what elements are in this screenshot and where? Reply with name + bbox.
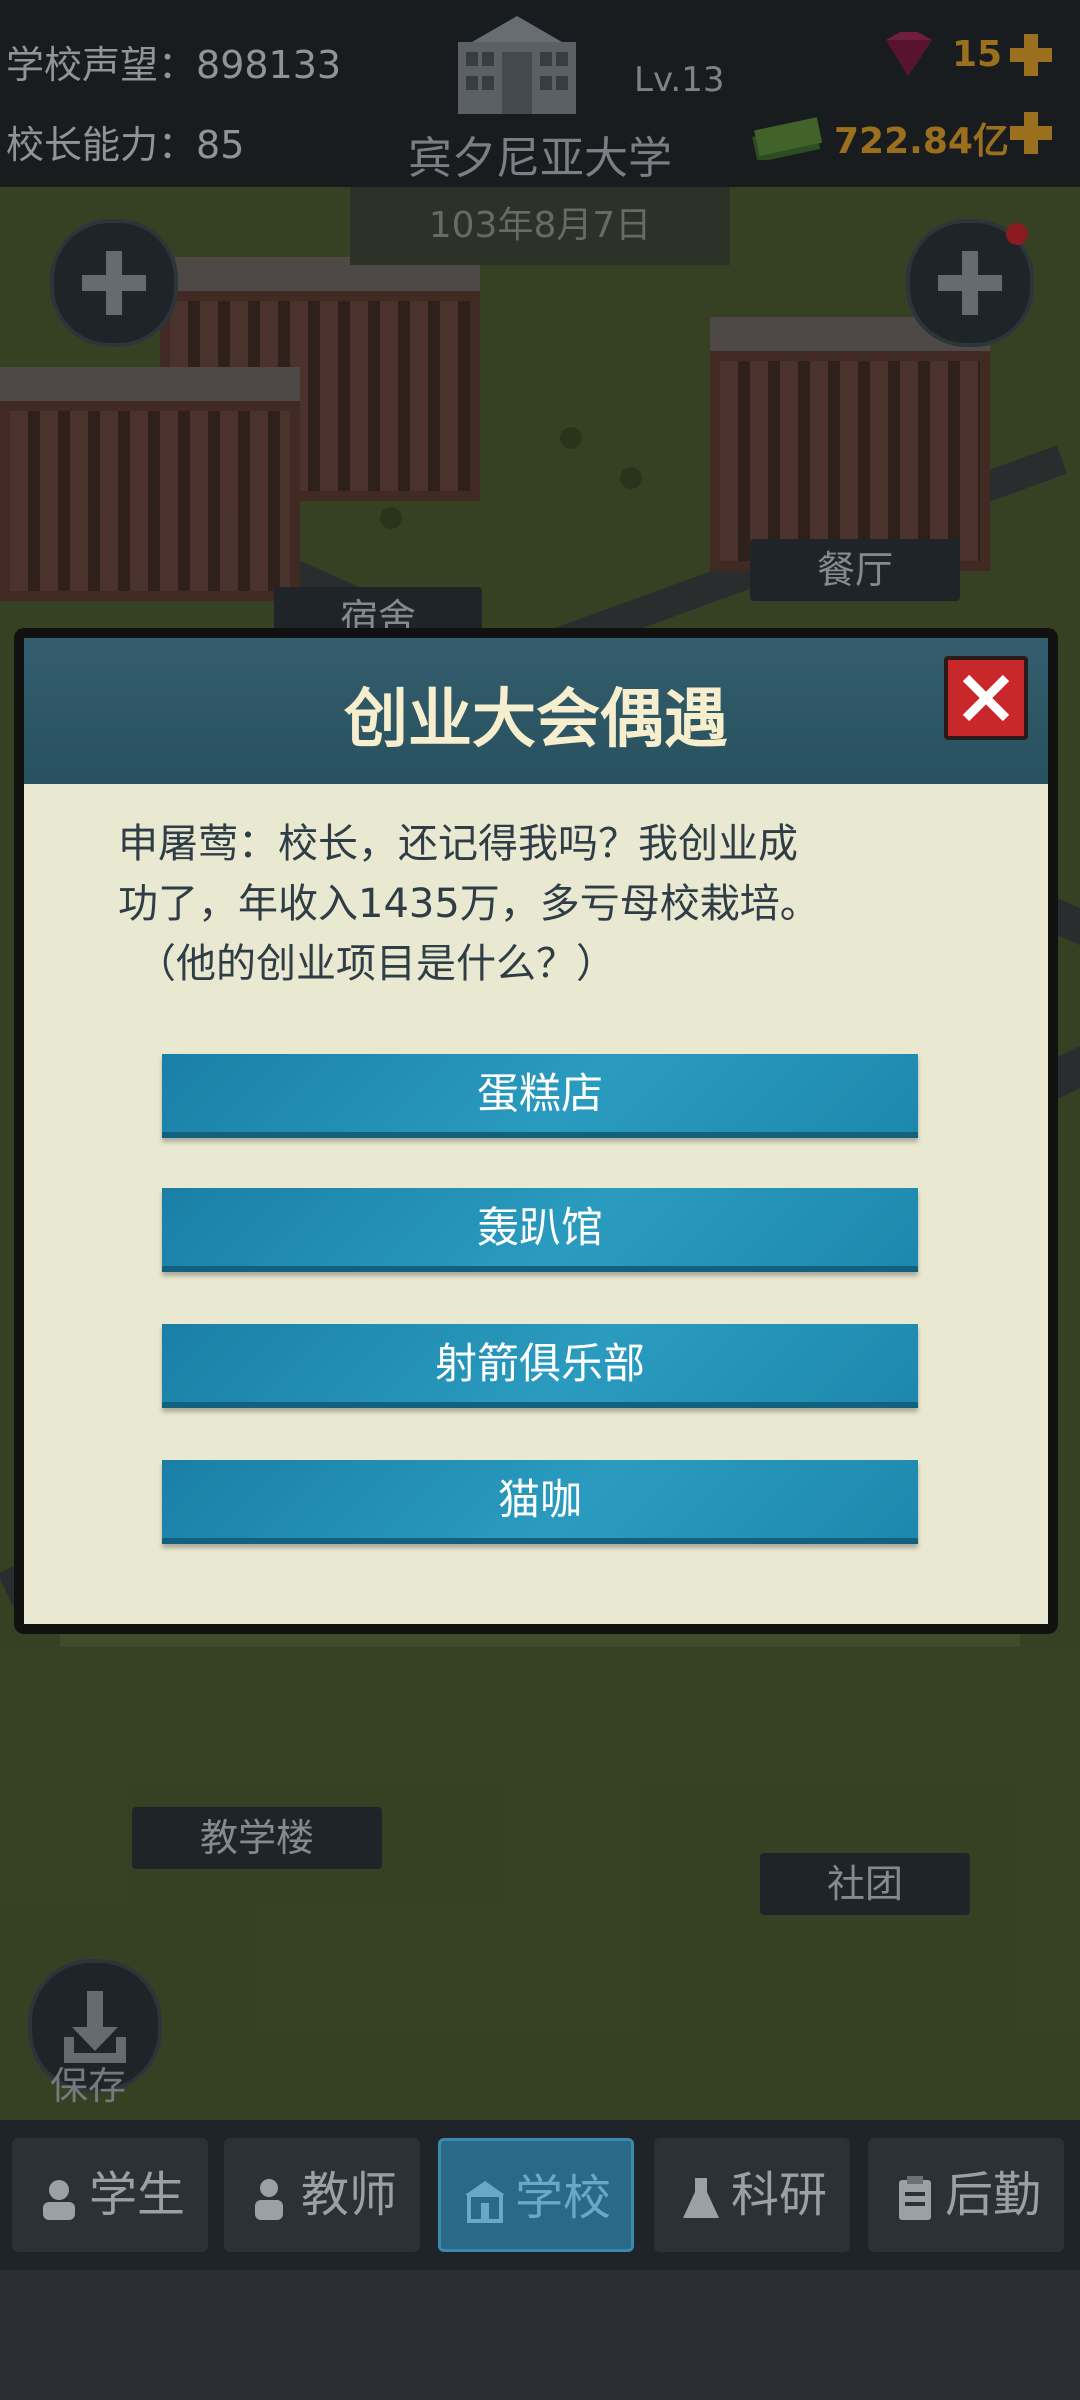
tab-label: 后勤 [944,2167,1041,2223]
teacher-icon [254,2179,283,2220]
tab-label: 教师 [300,2167,397,2223]
close-button[interactable] [944,656,1028,740]
event-dialog: 创业大会偶遇 申屠莺：校长，还记得我吗？我创业成 功了，年收入1435万，多亏母… [14,628,1058,1634]
tab-school[interactable]: 学校 [438,2138,634,2252]
tab-label: 学生 [88,2167,185,2223]
student-icon [42,2180,75,2220]
option-button-cat-cafe[interactable]: 猫咖 [162,1460,918,1544]
message-line: 申屠莺：校长，还记得我吗？我创业成 [118,821,798,867]
option-button-cake-shop[interactable]: 蛋糕店 [162,1054,918,1138]
flask-icon [682,2178,719,2218]
tab-label: 科研 [730,2167,827,2223]
option-button-archery-club[interactable]: 射箭俱乐部 [162,1324,918,1408]
message-line: （他的创业项目是什么？） [136,941,616,987]
tab-student[interactable]: 学生 [12,2138,208,2252]
clipboard-icon [898,2176,931,2220]
system-nav-area [0,2270,1080,2400]
message-line: 功了，年收入1435万，多亏母校栽培。 [118,881,820,927]
bottom-nav: 学生 教师 学校 科研 后勤 [0,2120,1080,2270]
tab-logistics[interactable]: 后勤 [868,2138,1064,2252]
tab-research[interactable]: 科研 [654,2138,850,2252]
close-icon [962,674,1010,722]
option-button-party-house[interactable]: 轰趴馆 [162,1188,918,1272]
dialog-title: 创业大会偶遇 [344,683,728,757]
school-icon [464,2181,505,2223]
dialog-message: 申屠莺：校长，还记得我吗？我创业成 功了，年收入1435万，多亏母校栽培。 （他… [118,814,958,994]
tab-teacher[interactable]: 教师 [224,2138,420,2252]
tab-label: 学校 [514,2170,611,2226]
